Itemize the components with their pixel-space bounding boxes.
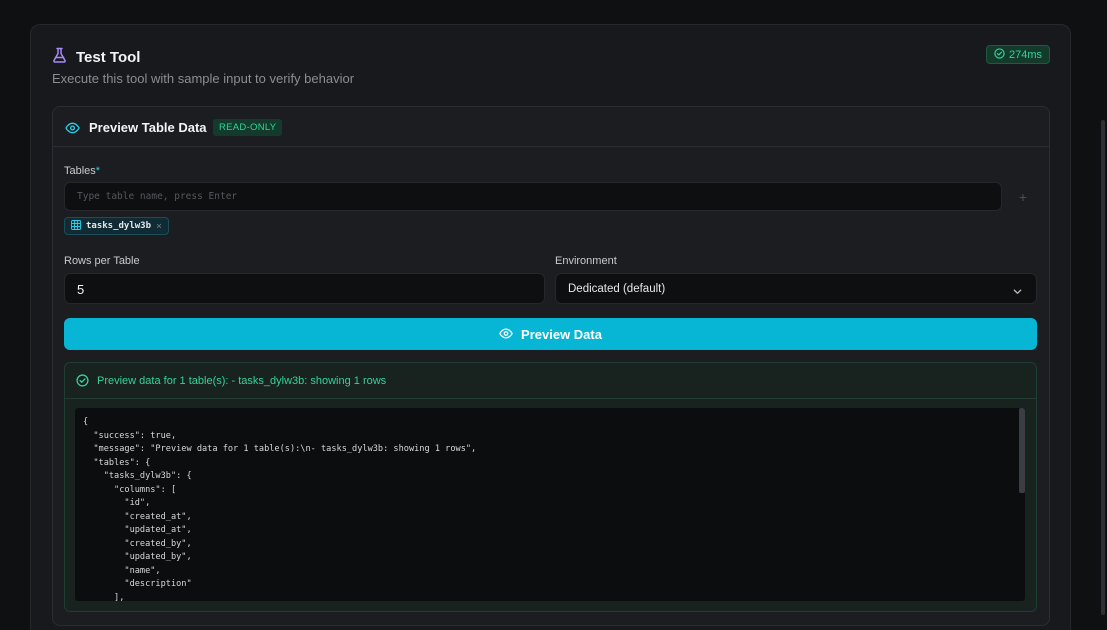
- rows-label: Rows per Table: [64, 255, 140, 267]
- check-circle-icon: [994, 47, 1005, 62]
- chevron-down-icon: [1012, 284, 1023, 302]
- table-icon: [71, 219, 81, 233]
- timing-badge: 274ms: [985, 45, 1050, 64]
- tables-input-placeholder: Type table name, press Enter: [77, 191, 238, 202]
- remove-chip-icon[interactable]: ×: [156, 221, 162, 232]
- table-chip-label: tasks_dylw3b: [86, 221, 152, 231]
- preview-button-label: Preview Data: [521, 326, 602, 342]
- tool-header: Preview Table Data READ-ONLY: [53, 107, 1049, 147]
- tool-card: Preview Table Data READ-ONLY Tables* Typ…: [52, 106, 1050, 626]
- tool-name: Preview Table Data: [89, 120, 207, 135]
- tables-label: Tables*: [64, 165, 100, 177]
- preview-data-button[interactable]: Preview Data: [64, 318, 1037, 350]
- json-output-text: { "success": true, "message": "Preview d…: [83, 417, 477, 601]
- timing-value: 274ms: [1008, 48, 1042, 61]
- environment-label: Environment: [555, 255, 617, 267]
- panel-header: Test Tool: [52, 47, 140, 68]
- tables-label-text: Tables: [64, 165, 96, 177]
- environment-value: Dedicated (default): [568, 283, 666, 295]
- table-chip: tasks_dylw3b ×: [64, 217, 170, 235]
- json-output[interactable]: { "success": true, "message": "Preview d…: [75, 408, 1025, 601]
- tables-input[interactable]: Type table name, press Enter: [64, 182, 1002, 211]
- environment-select[interactable]: Dedicated (default): [555, 273, 1037, 304]
- add-table-button[interactable]: +: [1009, 182, 1037, 211]
- read-only-badge: READ-ONLY: [213, 119, 283, 136]
- flask-icon: [52, 47, 67, 68]
- eye-icon: [499, 327, 513, 342]
- page-title: Test Tool: [76, 49, 141, 66]
- rows-per-table-input[interactable]: 5: [64, 273, 545, 304]
- required-marker: *: [95, 165, 101, 177]
- check-circle-icon: [76, 374, 89, 392]
- rows-value: 5: [77, 282, 85, 297]
- result-status-message: Preview data for 1 table(s): - tasks_dyl…: [97, 375, 387, 387]
- page-subtitle: Execute this tool with sample input to v…: [52, 71, 355, 86]
- result-panel: Preview data for 1 table(s): - tasks_dyl…: [64, 362, 1037, 612]
- code-scrollbar[interactable]: [1019, 408, 1025, 493]
- result-header: Preview data for 1 table(s): - tasks_dyl…: [65, 363, 1036, 399]
- eye-icon: [65, 121, 80, 139]
- page-scrollbar[interactable]: [1101, 120, 1105, 615]
- test-tool-panel: Test Tool Execute this tool with sample …: [30, 24, 1071, 630]
